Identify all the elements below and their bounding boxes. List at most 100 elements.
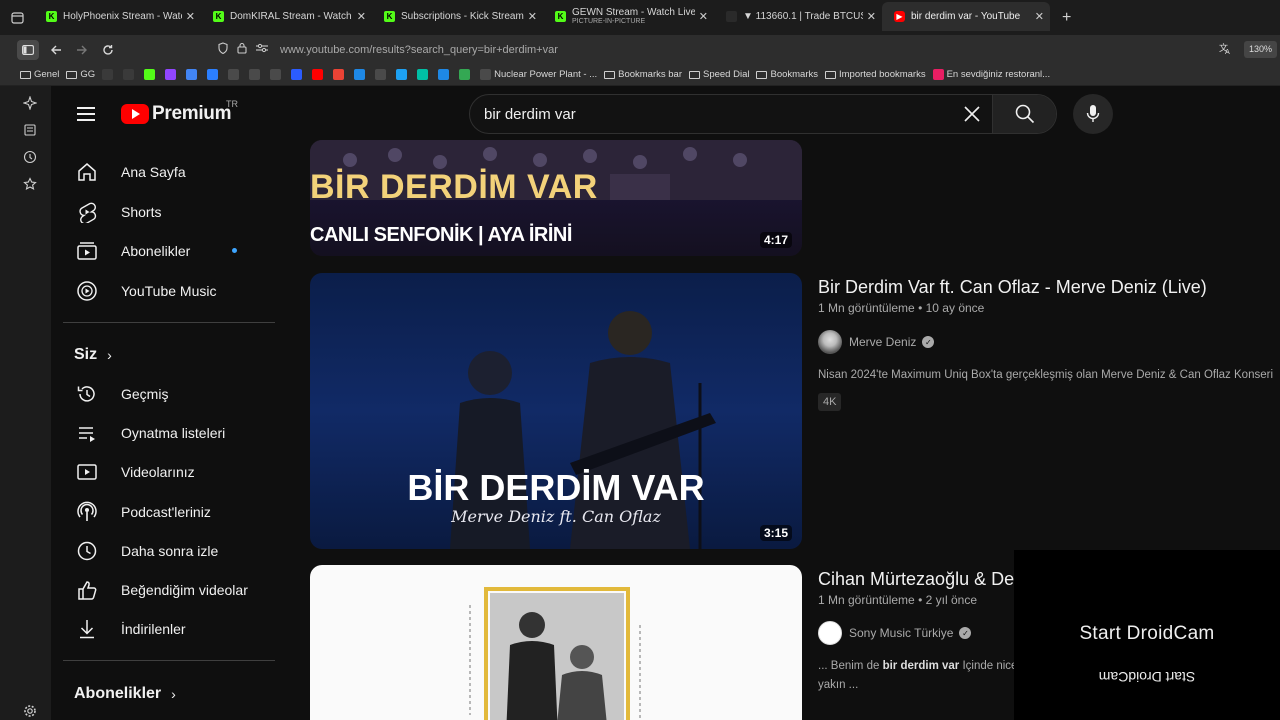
browser-tab[interactable]: K DomKIRAL Stream - Watch Live ✕: [201, 2, 372, 31]
bookmark-folder[interactable]: Genel: [20, 69, 59, 80]
bookmark-favicon-icon: [270, 69, 282, 80]
tab-title: Subscriptions - Kick Streaming: [401, 11, 524, 22]
droidcam-overlay[interactable]: Start DroidCam Start DroidCam: [1014, 550, 1280, 720]
bookmark-folder[interactable]: Imported bookmarks: [825, 69, 926, 80]
channel-name[interactable]: Sony Music Türkiye: [849, 626, 953, 640]
guide-item-your-videos[interactable]: Videolarınız: [63, 454, 275, 490]
bookmark-item[interactable]: [354, 69, 368, 80]
bookmark-item[interactable]: En sevdiğiniz restoranl...: [932, 69, 1050, 80]
settings-gear-icon[interactable]: [22, 704, 38, 720]
browser-tab[interactable]: K HolyPhoenix Stream - Watch Live ✕: [34, 2, 201, 31]
bookmark-item[interactable]: Nuclear Power Plant - ...: [480, 69, 597, 80]
guide-item-youtube-music[interactable]: YouTube Music: [63, 273, 275, 309]
bookmark-label: Speed Dial: [703, 69, 750, 80]
channel-avatar[interactable]: [818, 330, 842, 354]
bookmark-label: Nuclear Power Plant - ...: [494, 69, 598, 80]
bookmark-item[interactable]: [207, 69, 221, 80]
back-button[interactable]: [43, 37, 69, 63]
bookmark-folder[interactable]: Bookmarks: [756, 69, 818, 80]
guide-item-history[interactable]: Geçmiş: [63, 376, 275, 412]
bookmark-item[interactable]: [312, 69, 326, 80]
tab-close-icon[interactable]: ✕: [186, 10, 195, 23]
forward-button[interactable]: [69, 37, 95, 63]
bookmark-folder[interactable]: Speed Dial: [689, 69, 749, 80]
you-section-heading[interactable]: Siz ›: [74, 346, 112, 364]
zoom-level-badge[interactable]: 130%: [1244, 41, 1278, 58]
bookmark-item[interactable]: [102, 69, 116, 80]
reload-button[interactable]: [95, 37, 121, 63]
guide-item-shorts[interactable]: Shorts: [63, 194, 275, 230]
video-thumbnail[interactable]: [310, 565, 802, 720]
folder-icon: [604, 70, 616, 79]
history-panel-icon[interactable]: [22, 150, 38, 166]
browser-tab[interactable]: ▶ bir derdim var - YouTube ✕: [882, 2, 1050, 31]
sidebar-panel-toggle-icon[interactable]: [17, 39, 39, 60]
shield-icon[interactable]: [218, 42, 228, 57]
video-title[interactable]: Bir Derdim Var ft. Can Oflaz - Merve Den…: [818, 277, 1278, 298]
channel-avatar[interactable]: [818, 621, 842, 645]
search-button[interactable]: [992, 95, 1056, 133]
bookmark-item[interactable]: [144, 69, 158, 80]
video-title[interactable]: Cihan Mürtezaoğlu & Der: [818, 569, 1014, 590]
guide-item-home[interactable]: Ana Sayfa: [63, 154, 275, 190]
site-settings-icon[interactable]: [256, 43, 268, 56]
address-bar[interactable]: www.youtube.com/results?search_query=bir…: [218, 38, 1218, 61]
bookmark-favicon-icon: [228, 69, 240, 80]
favorites-icon[interactable]: [22, 177, 38, 193]
channel-info[interactable]: Merve Deniz ✓: [818, 330, 935, 354]
translate-icon[interactable]: 文A: [1219, 42, 1232, 58]
bookmark-item[interactable]: [417, 69, 431, 80]
channel-name[interactable]: Merve Deniz: [849, 335, 916, 349]
browser-tab[interactable]: ▼ 113660.1 | Trade BTCUSD | By ✕: [714, 2, 882, 31]
bookmark-item[interactable]: [165, 69, 179, 80]
subscriptions-section-heading[interactable]: Abonelikler ›: [74, 685, 176, 703]
bookmark-item[interactable]: [375, 69, 389, 80]
bookmark-favicon-icon: [396, 69, 408, 80]
bookmark-item[interactable]: [123, 69, 137, 80]
bookmark-item[interactable]: [459, 69, 473, 80]
voice-search-button[interactable]: [1073, 94, 1113, 134]
browser-tab[interactable]: K Subscriptions - Kick Streaming ✕: [372, 2, 543, 31]
video-thumbnail[interactable]: BİR DERDİM VAR CANLI SENFONİK | AYA İRİN…: [310, 140, 802, 256]
bookmark-item[interactable]: [228, 69, 242, 80]
reading-list-icon[interactable]: [22, 123, 38, 139]
bookmark-item[interactable]: [438, 69, 452, 80]
tab-close-icon[interactable]: ✕: [867, 10, 876, 23]
tab-close-icon[interactable]: ✕: [1035, 10, 1044, 23]
guide-item-watch-later[interactable]: Daha sonra izle: [63, 533, 275, 569]
bookmark-item[interactable]: [249, 69, 263, 80]
bookmark-favicon-icon: [333, 69, 345, 80]
youtube-premium-logo[interactable]: Premium TR: [121, 99, 238, 125]
search-input[interactable]: [470, 105, 952, 123]
lock-icon[interactable]: [237, 42, 247, 57]
guide-item-liked-videos[interactable]: Beğendiğim videolar: [63, 572, 275, 608]
tab-menu-icon[interactable]: [0, 0, 34, 35]
tab-title-wrap: bir derdim var - YouTube: [911, 11, 1031, 22]
tab-close-icon[interactable]: ✕: [528, 10, 537, 23]
guide-item-playlists[interactable]: Oynatma listeleri: [63, 415, 275, 451]
ai-assistant-icon[interactable]: [22, 95, 38, 112]
guide-menu-icon[interactable]: [77, 107, 95, 121]
guide-item-podcasts[interactable]: Podcast'leriniz: [63, 494, 275, 530]
browser-tab[interactable]: K GEWN Stream - Watch Live on KPICTURE-IN…: [543, 2, 714, 31]
bookmark-item[interactable]: [291, 69, 305, 80]
channel-info[interactable]: Sony Music Türkiye ✓: [818, 621, 972, 645]
tab-close-icon[interactable]: ✕: [357, 10, 366, 23]
youtube-music-icon: [75, 279, 99, 303]
guide-item-subscriptions[interactable]: Abonelikler: [63, 233, 275, 269]
guide-item-label: Geçmiş: [121, 386, 169, 402]
bookmark-folder[interactable]: GG: [66, 69, 95, 80]
bookmark-item[interactable]: [333, 69, 347, 80]
guide-item-downloads[interactable]: İndirilenler: [63, 611, 275, 647]
bookmark-item[interactable]: [396, 69, 410, 80]
close-icon: [964, 106, 980, 122]
bookmark-folder[interactable]: Bookmarks bar: [604, 69, 682, 80]
video-thumbnail[interactable]: BİR DERDİM VAR Merve Deniz ft. Can Oflaz…: [310, 273, 802, 549]
clear-search-button[interactable]: [952, 95, 992, 133]
bookmark-item[interactable]: [270, 69, 284, 80]
url-text[interactable]: www.youtube.com/results?search_query=bir…: [280, 44, 558, 56]
tab-close-icon[interactable]: ✕: [699, 10, 708, 23]
bookmark-item[interactable]: [186, 69, 200, 80]
new-tab-button[interactable]: +: [1062, 9, 1071, 27]
bookmark-favicon-icon: [312, 69, 324, 80]
